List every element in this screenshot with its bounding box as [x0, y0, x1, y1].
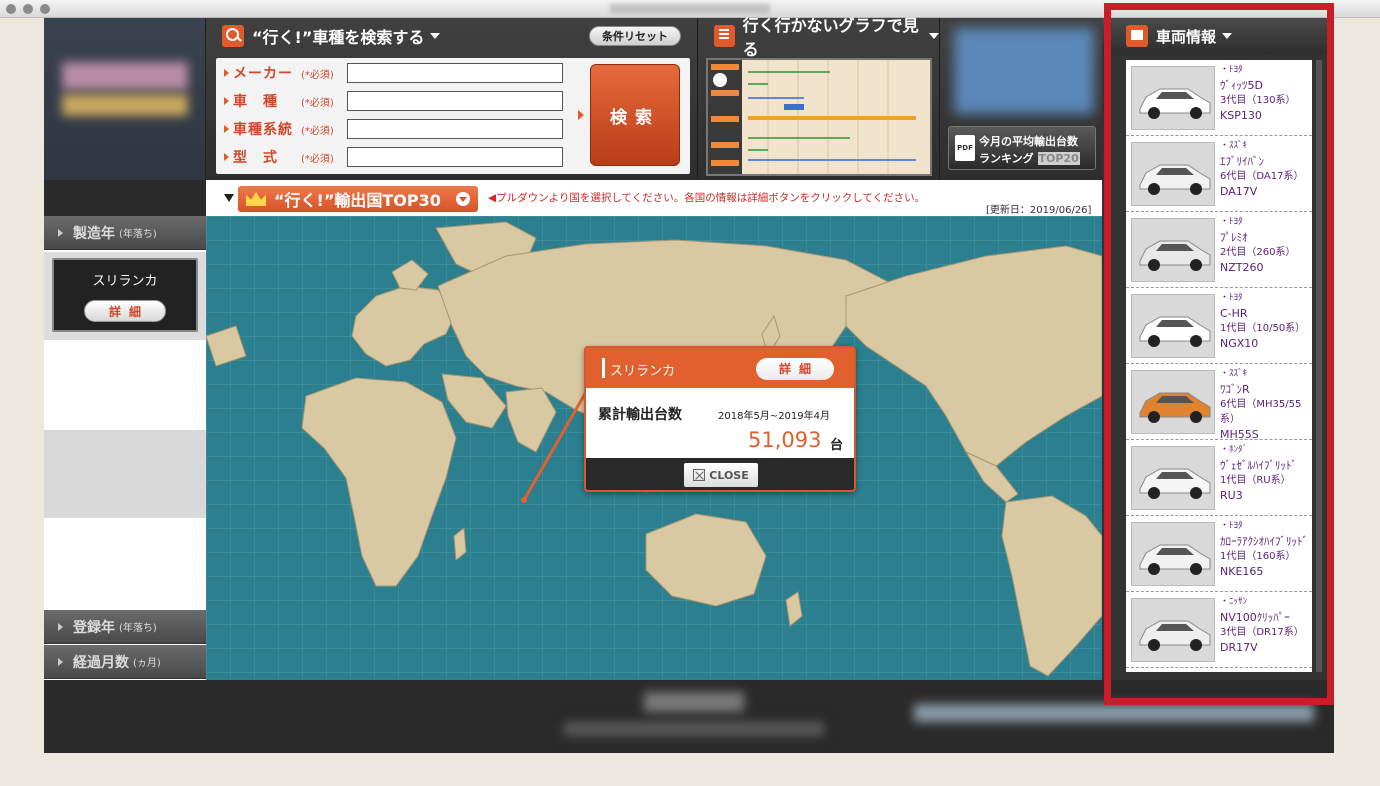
bullet-icon — [224, 69, 229, 77]
crown-icon — [246, 192, 266, 206]
popup-country-name: スリランカ — [610, 364, 676, 379]
popup-header-bar — [602, 358, 605, 378]
ranking-line1: 今月の平均輸出台数 — [979, 135, 1078, 148]
ranking-pdf-button[interactable]: PDF 今月の平均輸出台数 ランキング TOP20 — [948, 126, 1096, 170]
footer-blurred-logo — [644, 692, 744, 712]
country-detail-button[interactable]: 詳細 — [84, 300, 166, 322]
ranking-line2-text: ランキング — [979, 152, 1034, 165]
graph-panel: 行く行かないグラフで見る — [698, 16, 940, 180]
tab-label: 登録年 — [73, 619, 115, 636]
left-sidebar: 製造年 (年落ち) スリランカ 詳細 登録年 (年落ち) 経過月数 (ヵ月) — [44, 216, 206, 680]
top30-instruction: ◀プルダウンより国を選択してください。各国の情報は詳細ボタンをクリックしてくださ… — [488, 192, 926, 204]
logo-blurred-top — [62, 62, 188, 90]
tab-label: 製造年 — [73, 225, 115, 242]
footer-blurred-links — [914, 704, 1314, 722]
popup-export-label: 累計輸出台数 — [598, 407, 682, 423]
banner-blurred[interactable] — [954, 28, 1094, 114]
required-note: (*必須) — [301, 97, 334, 109]
vehicle-search-panel: “行く!”車種を検索する 条件リセット メーカー (*必須) 車 種 (*必須)… — [206, 18, 698, 180]
popup-export-count: 51,093 — [748, 428, 822, 452]
tab-registration-year[interactable]: 登録年 (年落ち) — [44, 610, 206, 644]
country-card-inner: スリランカ 詳細 — [52, 258, 198, 332]
document-icon — [714, 25, 735, 47]
model-input[interactable] — [347, 91, 563, 111]
tab-sub: (年落ち) — [119, 623, 157, 634]
tab-label: 経過月数 — [73, 654, 129, 671]
series-input[interactable] — [347, 119, 563, 139]
graph-thumbnail[interactable] — [706, 58, 932, 176]
field-label-type: 型 式 — [233, 150, 278, 166]
pdf-icon: PDF — [955, 135, 975, 161]
top30-dropdown[interactable]: “行く!”輸出国TOP30 — [238, 186, 478, 212]
dropdown-arrow-icon — [456, 192, 470, 206]
close-label: CLOSE — [709, 468, 749, 482]
arrow-right-icon — [578, 110, 584, 120]
logo-blurred-bottom — [62, 94, 188, 116]
popup-period: 2018年5月~2019年4月 — [718, 411, 831, 422]
maker-input[interactable] — [347, 63, 563, 83]
field-label-model: 車 種 — [233, 94, 278, 110]
sri-lanka-marker — [521, 497, 527, 503]
country-popup: スリランカ 詳細 累計輸出台数 2018年5月~2019年4月 51,093 台… — [584, 346, 856, 492]
close-icon — [693, 469, 706, 481]
search-button[interactable]: 検索 — [590, 64, 680, 166]
ranking-panel: PDF 今月の平均輸出台数 ランキング TOP20 — [940, 18, 1102, 180]
triangle-down-icon — [224, 194, 234, 202]
field-maker: メーカー (*必須) — [224, 62, 563, 84]
bullet-icon — [224, 97, 229, 105]
field-model: 車 種 (*必須) — [224, 90, 563, 112]
search-title-text: “行く!”車種を検索する — [252, 28, 425, 47]
required-note: (*必須) — [301, 125, 334, 137]
triangle-right-icon — [58, 657, 63, 666]
graph-title-text: 行く行かないグラフで見る — [742, 16, 919, 59]
window-close-dot[interactable] — [6, 4, 16, 14]
sidebar-gray-block — [44, 430, 206, 518]
field-label-series: 車種系統 — [233, 122, 293, 138]
popup-header: スリランカ 詳細 — [586, 348, 854, 388]
graph-thumbnail-image — [708, 60, 916, 174]
logo-area[interactable] — [44, 18, 206, 180]
window-zoom-dot[interactable] — [40, 4, 50, 14]
triangle-right-icon — [58, 622, 63, 631]
field-type: 型 式 (*必須) — [224, 146, 563, 168]
bullet-icon — [224, 153, 229, 161]
popup-unit: 台 — [830, 438, 844, 453]
graph-panel-title[interactable]: 行く行かないグラフで見る — [714, 16, 939, 59]
field-series: 車種系統 (*必須) — [224, 118, 563, 140]
tab-elapsed-months[interactable]: 経過月数 (ヵ月) — [44, 645, 206, 679]
search-icon — [222, 25, 244, 47]
highlight-box — [1104, 3, 1334, 705]
required-note: (*必須) — [301, 69, 334, 81]
required-note: (*必須) — [301, 153, 334, 165]
tab-manufacture-year[interactable]: 製造年 (年落ち) — [44, 216, 206, 250]
top30-bar: “行く!”輸出国TOP30 ◀プルダウンより国を選択してください。各国の情報は詳… — [206, 180, 1102, 216]
popup-footer: CLOSE — [586, 458, 854, 490]
chevron-down-icon — [929, 33, 939, 39]
chevron-down-icon — [430, 33, 441, 39]
ranking-line2: ランキング TOP20 — [979, 150, 1080, 166]
tab-sub: (年落ち) — [119, 229, 157, 240]
search-form: メーカー (*必須) 車 種 (*必須) 車種系統 (*必須) 型 式 (*必須… — [216, 58, 690, 174]
footer-blurred-text — [564, 722, 824, 736]
window-minimize-dot[interactable] — [23, 4, 33, 14]
ranking-top20: TOP20 — [1037, 152, 1080, 165]
top30-label: “行く!”輸出国TOP30 — [274, 191, 441, 210]
selected-country-card: スリランカ 詳細 — [44, 252, 206, 340]
field-label-maker: メーカー — [233, 66, 293, 82]
popup-detail-button[interactable]: 詳細 — [756, 358, 834, 380]
triangle-right-icon — [58, 228, 63, 237]
reset-conditions-button[interactable]: 条件リセット — [589, 26, 681, 46]
selected-country-name: スリランカ — [92, 274, 158, 289]
tab-sub: (ヵ月) — [133, 658, 161, 669]
search-panel-title[interactable]: “行く!”車種を検索する — [222, 24, 441, 48]
bullet-icon — [224, 125, 229, 133]
updated-date: [更新日：2019/06/26] — [986, 205, 1092, 216]
popup-close-button[interactable]: CLOSE — [684, 463, 758, 487]
type-input[interactable] — [347, 147, 563, 167]
